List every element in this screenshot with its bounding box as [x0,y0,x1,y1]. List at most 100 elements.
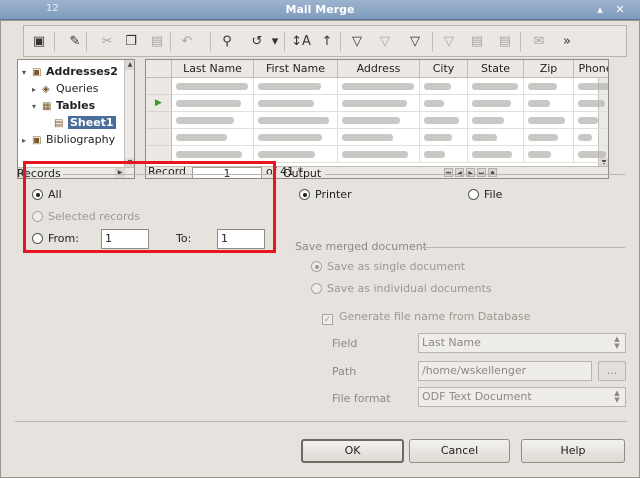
table-cell[interactable] [574,146,608,163]
column-header[interactable]: Phone [574,60,608,78]
new-record-icon[interactable]: ✱ [488,168,497,177]
row-selector[interactable] [146,129,172,146]
data-to-fields-icon[interactable]: ▤ [494,31,516,53]
collapse-arrow-icon[interactable]: ▾ [22,65,32,81]
table-cell[interactable] [254,146,338,163]
cancel-button[interactable]: Cancel [409,439,510,463]
ok-button[interactable]: OK [301,439,404,463]
paste-icon[interactable]: ▤ [146,31,168,53]
table-cell[interactable] [524,146,574,163]
table-cell[interactable] [172,95,254,112]
tree-vertical-scrollbar[interactable]: ▲ ▼ [124,60,134,168]
expand-arrow-icon[interactable]: ▸ [22,133,32,149]
table-cell[interactable] [468,95,524,112]
save-single-radio: Save as single document [311,259,465,275]
tree-item[interactable]: ▸ ◈ Queries [32,81,98,97]
redo-dropdown-icon[interactable]: ▾ [264,31,286,53]
table-cell[interactable] [420,112,468,129]
table-cell[interactable] [254,95,338,112]
records-from-input[interactable]: 1 [101,229,149,249]
table-cell[interactable] [574,112,608,129]
records-from-radio[interactable]: From: [32,231,79,247]
output-file-radio[interactable]: File [468,187,502,203]
mail-merge-icon[interactable]: ✉ [528,31,550,53]
table-cell[interactable] [338,129,420,146]
table-cell[interactable] [468,112,524,129]
row-selector[interactable] [146,112,172,129]
table-cell[interactable] [420,78,468,95]
records-to-input[interactable]: 1 [217,229,265,249]
table-cell[interactable] [338,95,420,112]
row-selector[interactable] [146,78,172,95]
previous-record-icon[interactable]: ◀ [455,168,464,177]
table-cell[interactable] [338,78,420,95]
save-icon[interactable]: ▣ [28,31,50,53]
column-header[interactable]: Address [338,60,420,78]
autofilter-icon[interactable]: ▽ [346,31,368,53]
scroll-up-icon[interactable]: ▲ [125,60,134,70]
last-record-icon[interactable]: ⏭ [477,168,486,177]
column-header[interactable]: City [420,60,468,78]
table-cell[interactable] [524,78,574,95]
expand-arrow-icon[interactable]: ▸ [32,82,42,98]
table-cell[interactable] [420,129,468,146]
help-button[interactable]: Help [521,439,625,463]
data-grid[interactable]: ▲ ▼ Record 1 of 41 * ⏮ ◀ ▶ ⏭ ✱ Last Name… [145,59,609,179]
table-cell[interactable] [420,95,468,112]
output-section-label: Output [283,167,322,180]
more-icon[interactable]: » [556,31,578,53]
table-cell[interactable] [574,95,608,112]
apply-filter-icon[interactable]: ▽ [404,31,426,53]
sort-descending-icon[interactable]: ↑ [316,31,338,53]
standard-filter-icon[interactable]: ▽ [374,31,396,53]
tree-item[interactable]: ▾ ▦ Tables [32,98,95,114]
table-cell[interactable] [524,95,574,112]
table-cell[interactable] [574,78,608,95]
table-cell[interactable] [254,112,338,129]
table-cell[interactable] [172,129,254,146]
records-selected-label: Selected records [48,210,141,223]
cut-icon[interactable]: ✂ [96,31,118,53]
row-selector[interactable]: ▶ [146,95,172,112]
table-cell[interactable] [338,112,420,129]
copy-icon[interactable]: ❐ [120,31,142,53]
remove-filter-icon[interactable]: ▽ [438,31,460,53]
column-header[interactable]: Zip [524,60,574,78]
edit-icon[interactable]: ✎ [64,31,86,53]
next-record-icon[interactable]: ▶ [466,168,475,177]
table-cell[interactable] [172,112,254,129]
table-cell[interactable] [254,129,338,146]
records-all-radio[interactable]: All [32,187,62,203]
table-cell[interactable] [524,129,574,146]
column-header[interactable]: Last Name [172,60,254,78]
table-cell[interactable] [468,129,524,146]
table-cell[interactable] [468,146,524,163]
column-header[interactable]: First Name [254,60,338,78]
collapse-arrow-icon[interactable]: ▾ [32,99,42,115]
data-source-tree[interactable]: ▲ ▼ ◀ ▶ ▾ ▣ Addresses2 ▸ ◈ Queries ▾ ▦ Tables ▤ Sh… [17,59,135,179]
redacted-text [424,134,452,141]
first-record-icon[interactable]: ⏮ [444,168,453,177]
close-window-button[interactable]: ✕ [612,2,628,18]
table-cell[interactable] [254,78,338,95]
output-printer-radio[interactable]: Printer [299,187,352,203]
table-cell[interactable] [172,78,254,95]
table-cell[interactable] [420,146,468,163]
table-cell[interactable] [524,112,574,129]
shade-window-button[interactable]: ▴ [592,2,608,18]
table-cell[interactable] [574,129,608,146]
find-icon[interactable]: ⚲ [216,31,238,53]
table-cell[interactable] [338,146,420,163]
sort-ascending-icon[interactable]: ↕A [290,31,312,53]
row-selector[interactable] [146,146,172,163]
tree-item[interactable]: ▸ ▣ Bibliography [22,132,115,148]
record-number-field[interactable]: 1 [192,167,262,178]
scroll-right-icon[interactable]: ▶ [115,168,125,178]
tree-item[interactable]: ▾ ▣ Addresses2 [22,64,118,80]
table-cell[interactable] [468,78,524,95]
undo-arrow-icon[interactable]: ↶ [176,31,198,53]
table-cell[interactable] [172,146,254,163]
column-header[interactable]: State [468,60,524,78]
data-to-text-icon[interactable]: ▤ [466,31,488,53]
tree-item[interactable]: ▤ Sheet1 [44,115,116,131]
